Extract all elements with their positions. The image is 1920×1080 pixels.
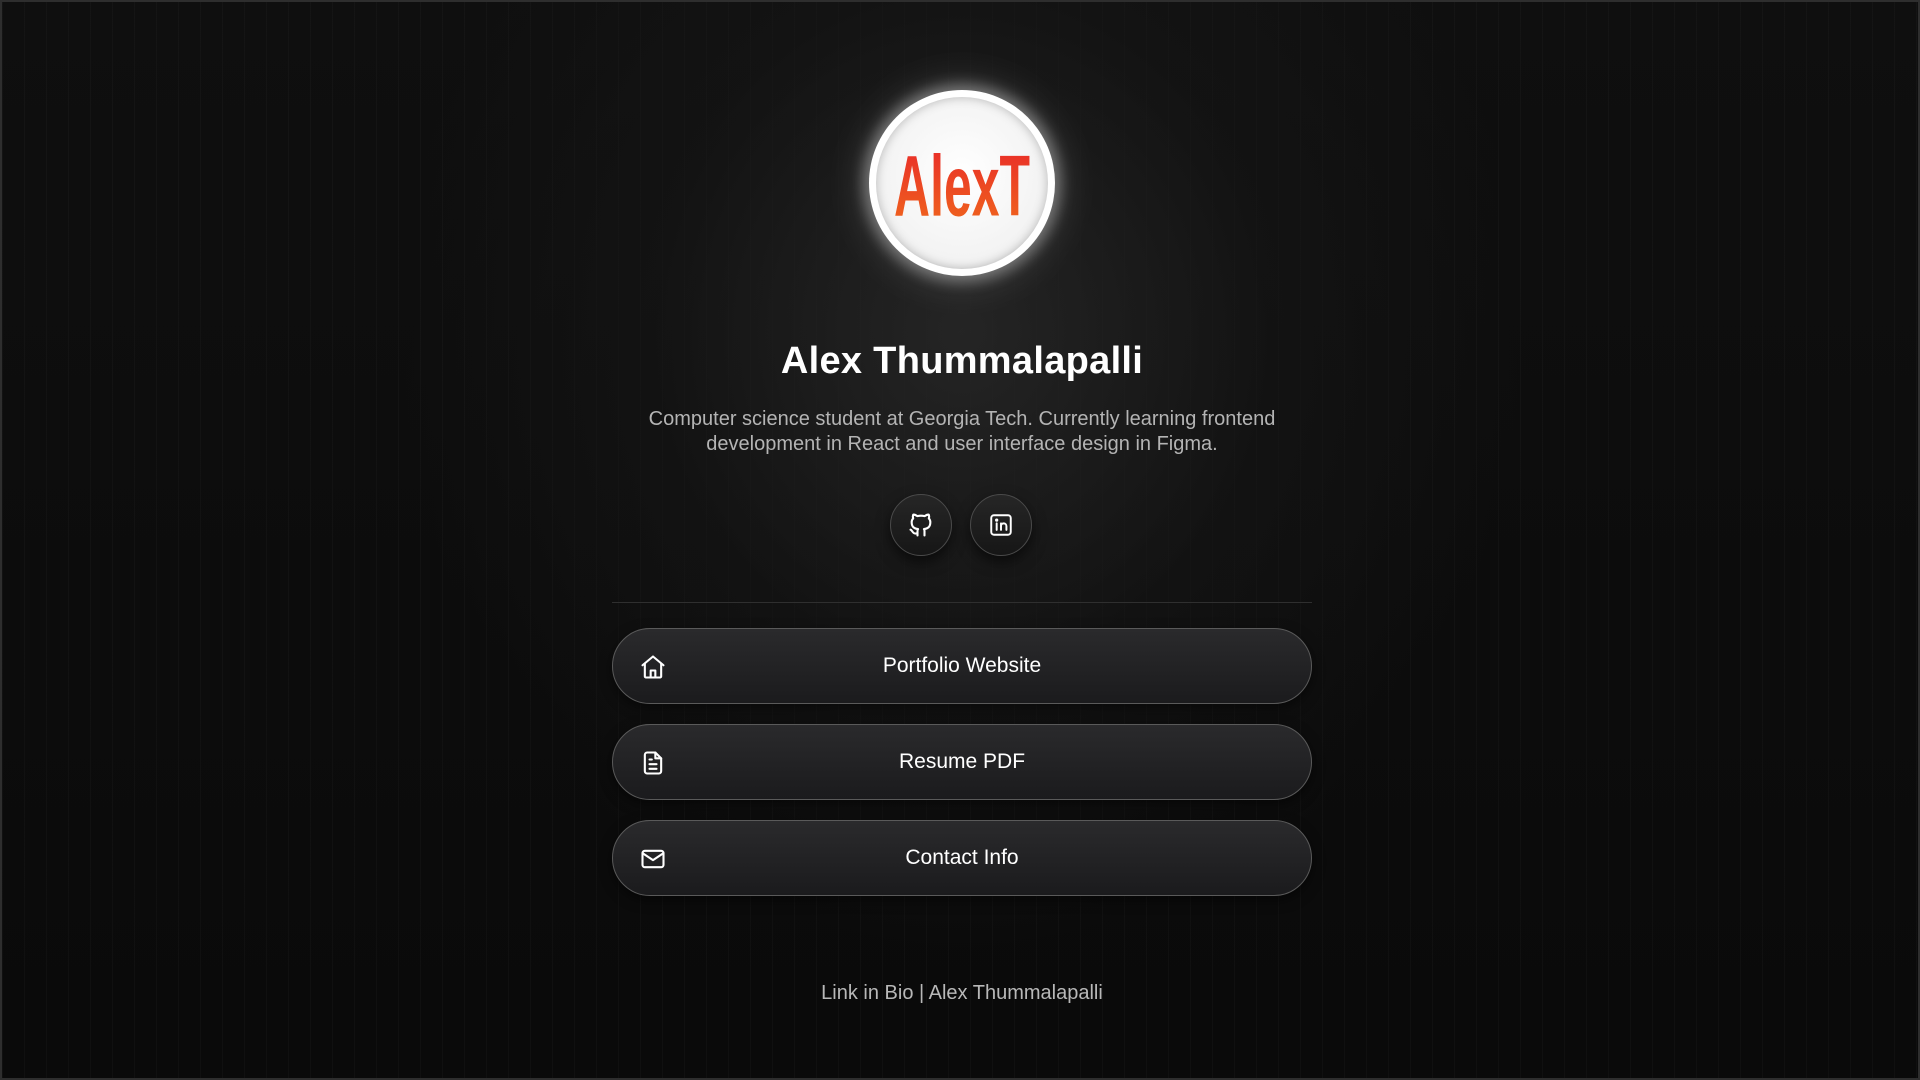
github-button[interactable] xyxy=(890,494,952,556)
contact-info-label: Contact Info xyxy=(905,846,1019,869)
github-icon xyxy=(909,513,932,537)
linkedin-button[interactable] xyxy=(970,494,1032,556)
section-divider xyxy=(612,602,1312,603)
footer-text: Link in Bio | Alex Thummalapalli xyxy=(821,982,1103,1004)
profile-name: Alex Thummalapalli xyxy=(780,340,1144,382)
resume-pdf-label: Resume PDF xyxy=(898,750,1026,773)
link-in-bio-page: AlexT Alex Thummalapalli Computer scienc… xyxy=(0,0,1920,1080)
logo-text: AlexT xyxy=(894,137,1030,234)
profile-avatar: AlexT xyxy=(869,90,1055,276)
linkedin-icon xyxy=(990,514,1012,536)
contact-info-button[interactable]: Contact Info xyxy=(612,820,1312,896)
resume-pdf-button[interactable]: Resume PDF xyxy=(612,724,1312,800)
profile-bio: Computer science student at Georgia Tech… xyxy=(648,408,1276,455)
portfolio-website-label: Portfolio Website xyxy=(882,654,1042,677)
avatar-logo: AlexT xyxy=(894,137,1030,234)
portfolio-website-button[interactable]: Portfolio Website xyxy=(612,628,1312,704)
